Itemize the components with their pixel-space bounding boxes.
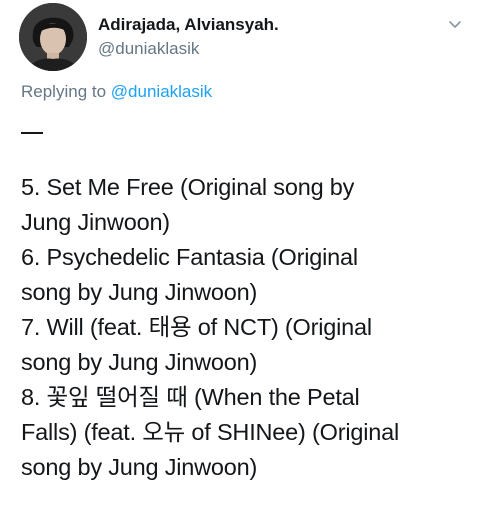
tweet-text-line: Jung Jinwoon) bbox=[21, 209, 170, 235]
chevron-down-icon[interactable] bbox=[446, 16, 464, 34]
display-name[interactable]: Adirajada, Alviansyah. bbox=[98, 14, 279, 36]
avatar[interactable] bbox=[19, 3, 87, 71]
replying-to-link[interactable]: @duniaklasik bbox=[111, 82, 212, 101]
tweet-text-line: 7. Will (feat. 태용 of NCT) (Original bbox=[21, 314, 372, 340]
tweet-text-line: song by Jung Jinwoon) bbox=[21, 349, 258, 375]
tweet-text-line: 6. Psychedelic Fantasia (Original bbox=[21, 244, 358, 270]
replying-to-label: Replying to bbox=[21, 82, 107, 101]
tweet-text: 5. Set Me Free (Original song by Jung Ji… bbox=[21, 117, 473, 485]
profile-photo-icon bbox=[19, 3, 87, 71]
user-handle[interactable]: @duniaklasik bbox=[98, 38, 279, 60]
tweet-text-line: song by Jung Jinwoon) bbox=[21, 454, 258, 480]
tweet-text-line: 8. 꽃잎 떨어질 때 (When the Petal bbox=[21, 384, 360, 410]
tweet-text-line: Falls) (feat. 오뉴 of SHINee) (Original bbox=[21, 419, 399, 445]
author-block: Adirajada, Alviansyah. @duniaklasik bbox=[98, 14, 279, 60]
separator-dash bbox=[21, 132, 43, 134]
tweet-text-line: 5. Set Me Free (Original song by bbox=[21, 174, 355, 200]
replying-to: Replying to @duniaklasik bbox=[21, 81, 212, 103]
tweet-card: Adirajada, Alviansyah. @duniaklasik Repl… bbox=[0, 0, 480, 531]
tweet-text-line: song by Jung Jinwoon) bbox=[21, 279, 258, 305]
